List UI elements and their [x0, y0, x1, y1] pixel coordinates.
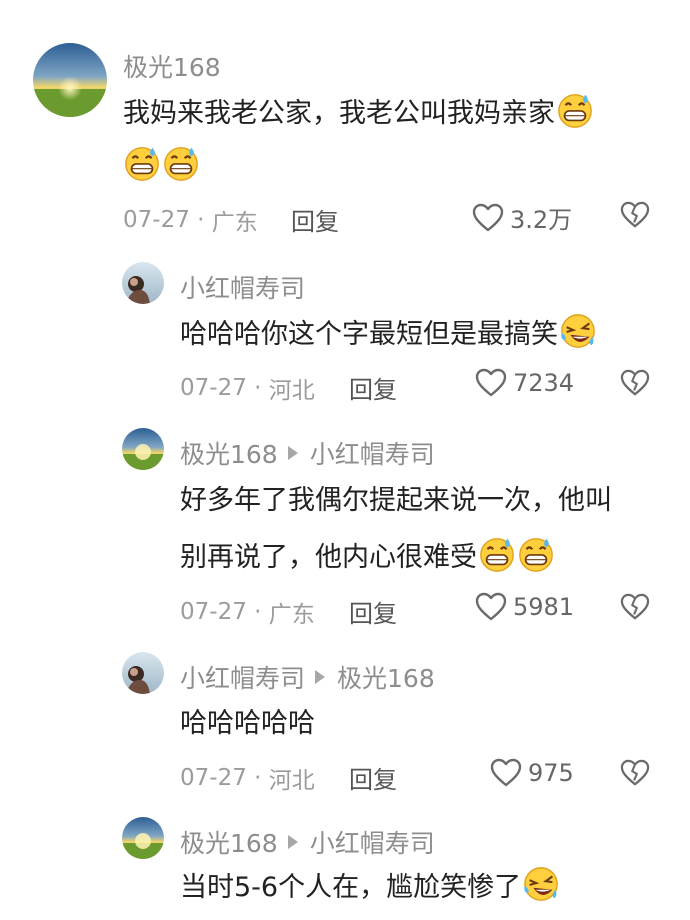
comment-text: 哈哈哈哈哈 [180, 708, 315, 739]
rolling-laughing-emoji-icon [522, 865, 560, 903]
comment-text-line [122, 137, 200, 197]
reply-button[interactable]: 回复 [349, 370, 397, 405]
comment-text-line: 别再说了，他内心很难受 [180, 528, 555, 588]
comment-region: 广东 [211, 210, 258, 236]
comment-meta: 07-27 · 广东 [123, 203, 258, 237]
comment-text: 我妈来我老公家，我老公叫我妈亲家 [123, 84, 594, 144]
comment-text: 哈哈哈你这个字最短但是最搞笑 [180, 305, 597, 365]
like-count: 5981 [513, 593, 575, 621]
comment-author[interactable]: 极光168 小红帽寿司 [180, 435, 435, 471]
comment-date: 07-27 [180, 375, 247, 401]
like-count: 7234 [513, 369, 575, 397]
comment-date: 07-27 [180, 765, 247, 791]
reply-arrow-icon [287, 835, 298, 849]
like-button[interactable]: 7234 [475, 368, 574, 398]
heart-outline-icon [490, 758, 522, 788]
comment-text: 好多年了我偶尔提起来说一次，他叫 [180, 485, 612, 516]
reply-button[interactable]: 回复 [349, 760, 397, 795]
comment-date: 07-27 [180, 599, 247, 625]
avatar[interactable] [122, 652, 164, 694]
heart-outline-icon [472, 203, 504, 233]
reply-arrow-icon [315, 670, 326, 684]
grinning-sweat-emoji-icon [162, 144, 200, 182]
meta-separator: · [254, 599, 262, 625]
comment-region: 河北 [268, 768, 315, 794]
grinning-sweat-emoji-icon [517, 535, 555, 573]
avatar[interactable] [122, 817, 164, 859]
comment-author[interactable]: 极光168 小红帽寿司 [180, 824, 435, 860]
rolling-laughing-emoji-icon [559, 312, 597, 350]
reply-to-name[interactable]: 极光168 [337, 659, 435, 695]
comment-author[interactable]: 极光168 [123, 48, 221, 84]
like-button[interactable]: 3.2万 [472, 200, 572, 235]
broken-heart-icon[interactable] [620, 201, 650, 229]
comment-author[interactable]: 小红帽寿司 极光168 [180, 659, 435, 695]
avatar[interactable] [122, 428, 164, 470]
like-count: 975 [528, 759, 574, 787]
comment-author[interactable]: 小红帽寿司 [180, 269, 305, 305]
reply-to-name[interactable]: 小红帽寿司 [310, 435, 435, 471]
comment-text: 当时5-6个人在，尴尬笑惨了 [180, 858, 560, 918]
reply-button[interactable]: 回复 [291, 202, 339, 237]
grinning-sweat-emoji-icon [556, 91, 594, 129]
reply-button[interactable]: 回复 [349, 594, 397, 629]
comment-meta: 07-27 · 河北 [180, 761, 315, 795]
reply-to-name[interactable]: 小红帽寿司 [310, 824, 435, 860]
meta-separator: · [197, 207, 205, 233]
heart-outline-icon [475, 592, 507, 622]
avatar[interactable] [33, 43, 107, 117]
comment-meta: 07-27 · 河北 [180, 371, 315, 405]
avatar[interactable] [122, 262, 164, 304]
comment-region: 河北 [268, 378, 315, 404]
comment-region: 广东 [268, 602, 315, 628]
heart-outline-icon [475, 368, 507, 398]
grinning-sweat-emoji-icon [123, 144, 161, 182]
like-count: 3.2万 [510, 206, 573, 234]
like-button[interactable]: 975 [490, 758, 574, 788]
meta-separator: · [254, 765, 262, 791]
comment-meta: 07-27 · 广东 [180, 595, 315, 629]
comment-date: 07-27 [123, 207, 190, 233]
broken-heart-icon[interactable] [620, 759, 650, 787]
like-button[interactable]: 5981 [475, 592, 574, 622]
broken-heart-icon[interactable] [620, 369, 650, 397]
meta-separator: · [254, 375, 262, 401]
grinning-sweat-emoji-icon [478, 535, 516, 573]
reply-arrow-icon [287, 446, 298, 460]
broken-heart-icon[interactable] [620, 593, 650, 621]
